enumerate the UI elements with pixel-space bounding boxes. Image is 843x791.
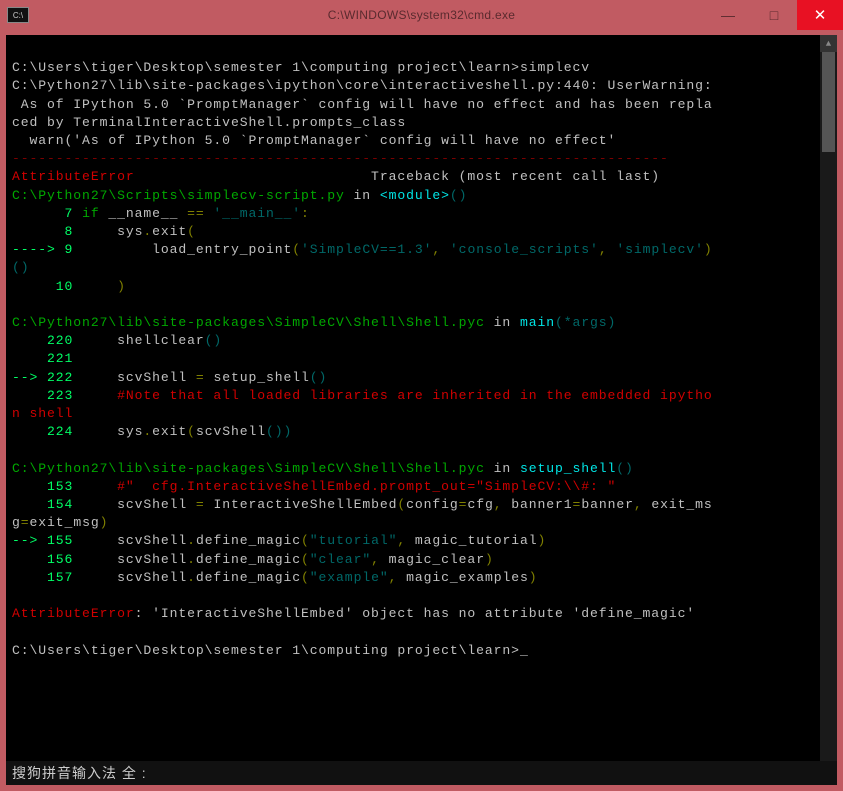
maximize-button[interactable]: □ [751,0,797,30]
traceback-separator: ----------------------------------------… [12,151,669,166]
typed-command: simplecv [520,60,590,75]
comment: #Note that all loaded libraries are inhe… [82,388,713,403]
tb-file: C:\Python27\Scripts\simplecv-script.py [12,188,345,203]
scrollbar-thumb[interactable] [822,52,835,152]
arrow-lineno: ----> 9 [12,242,73,257]
lineno: 157 [12,570,82,585]
terminal-client: C:\Users\tiger\Desktop\semester 1\comput… [6,35,837,785]
lineno: 154 [12,497,82,512]
terminal-output[interactable]: C:\Users\tiger\Desktop\semester 1\comput… [6,35,837,662]
titlebar[interactable]: C:\ C:\WINDOWS\system32\cmd.exe — □ ✕ [0,0,843,30]
prompt-path: C:\Users\tiger\Desktop\semester 1\comput… [12,643,520,658]
lineno: 10 [12,279,82,294]
cmd-window: C:\ C:\WINDOWS\system32\cmd.exe — □ ✕ C:… [0,0,843,791]
error-name: AttributeError [12,169,135,184]
cursor[interactable]: _ [520,643,529,658]
lineno: 153 [12,479,82,494]
lineno: 220 [12,333,82,348]
warn-line: C:\Python27\lib\site-packages\ipython\co… [12,78,713,93]
vertical-scrollbar[interactable]: ▲ ▼ [820,35,837,785]
close-button[interactable]: ✕ [797,0,843,30]
traceback-label: Traceback (most recent call last) [135,169,660,184]
warn-line: As of IPython 5.0 `PromptManager` config… [12,97,713,112]
lineno: 156 [12,552,82,567]
comment: n shell [12,406,73,421]
ime-label: 搜狗拼音输入法 全 : [12,763,147,783]
error-message: : 'InteractiveShellEmbed' object has no … [135,606,695,621]
lineno: 221 [12,351,82,366]
lineno: 224 [12,424,82,439]
tb-func: main [520,315,555,330]
prompt-path: C:\Users\tiger\Desktop\semester 1\comput… [12,60,520,75]
tb-file: C:\Python27\lib\site-packages\SimpleCV\S… [12,461,485,476]
cmd-icon[interactable]: C:\ [7,7,29,23]
window-buttons: — □ ✕ [705,0,843,30]
tb-func: setup_shell [520,461,616,476]
warn-line: ced by TerminalInteractiveShell.prompts_… [12,115,406,130]
scroll-up-icon[interactable]: ▲ [820,35,837,52]
lineno: 223 [12,388,82,403]
warn-line: warn('As of IPython 5.0 `PromptManager` … [12,133,616,148]
ime-status-bar[interactable]: 搜狗拼音输入法 全 : [6,761,837,785]
tb-file: C:\Python27\lib\site-packages\SimpleCV\S… [12,315,485,330]
lineno: 8 [12,224,82,239]
tb-func: <module> [380,188,450,203]
arrow-lineno: --> 155 [12,533,73,548]
arrow-lineno: --> 222 [12,370,73,385]
minimize-button[interactable]: — [705,0,751,30]
comment: #" cfg.InteractiveShellEmbed.prompt_out=… [82,479,616,494]
error-name: AttributeError [12,606,135,621]
lineno: 7 [12,206,82,221]
